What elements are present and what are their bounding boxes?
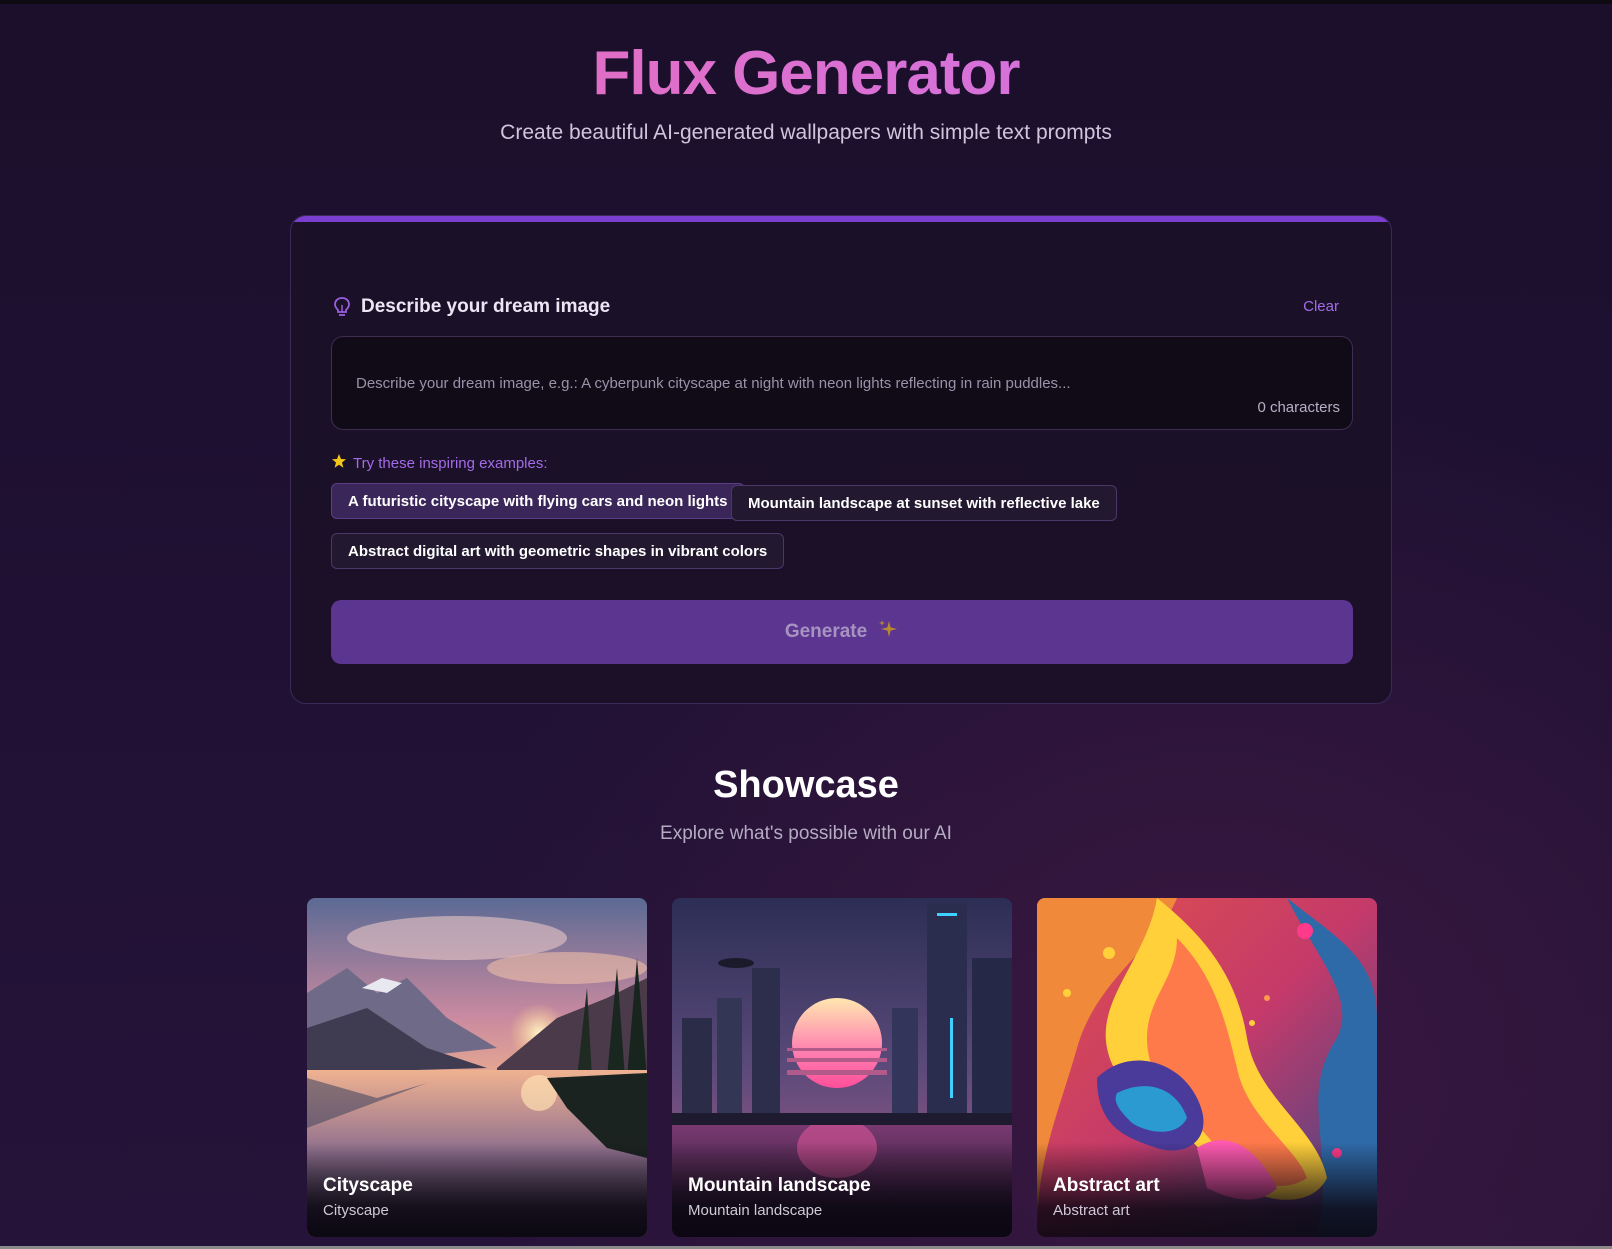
page-subtitle: Create beautiful AI-generated wallpapers… (500, 121, 1112, 144)
tile-title: Abstract art (1053, 1175, 1160, 1196)
clear-button[interactable]: Clear (1303, 298, 1339, 315)
prompt-header: Describe your dream image (333, 296, 610, 318)
tile-subtitle: Abstract art (1053, 1202, 1130, 1219)
sparkles-icon (877, 618, 899, 646)
generate-button[interactable]: Generate (331, 600, 1353, 664)
generate-label: Generate (784, 621, 868, 642)
star-icon (331, 453, 347, 474)
showcase-title: Showcase (713, 764, 899, 806)
tile-subtitle: Cityscape (323, 1202, 389, 1219)
char-count: 0 characters (1257, 399, 1340, 416)
lightbulb-icon (333, 296, 351, 318)
tile-subtitle: Mountain landscape (688, 1202, 823, 1219)
example-chip[interactable]: Mountain landscape at sunset with reflec… (731, 485, 1117, 521)
showcase-card[interactable]: Abstract art Abstract art (1037, 898, 1377, 1237)
example-chip[interactable]: A futuristic cityscape with flying cars … (331, 483, 745, 519)
showcase-card[interactable]: Mountain landscape Mountain landscape (672, 898, 1012, 1237)
page-title: Flux Generator (0, 38, 1612, 109)
top-bar (0, 0, 1612, 4)
showcase-card[interactable]: Cityscape Cityscape (307, 898, 647, 1237)
prompt-placeholder: Describe your dream image, e.g.: A cyber… (356, 375, 1071, 392)
prompt-textarea[interactable]: Describe your dream image, e.g.: A cyber… (331, 336, 1353, 430)
showcase-subtitle: Explore what's possible with our AI (660, 823, 952, 844)
example-chip[interactable]: Abstract digital art with geometric shap… (331, 533, 785, 569)
prompt-card: Describe your dream image Clear Describe… (290, 215, 1392, 704)
prompt-label: Describe your dream image (361, 296, 611, 317)
examples-header: Try these inspiring examples: (331, 453, 548, 474)
tile-title: Cityscape (323, 1175, 413, 1196)
tile-title: Mountain landscape (688, 1175, 871, 1196)
examples-label: Try these inspiring examples: (353, 455, 548, 472)
card-accent-bar (291, 216, 1391, 222)
